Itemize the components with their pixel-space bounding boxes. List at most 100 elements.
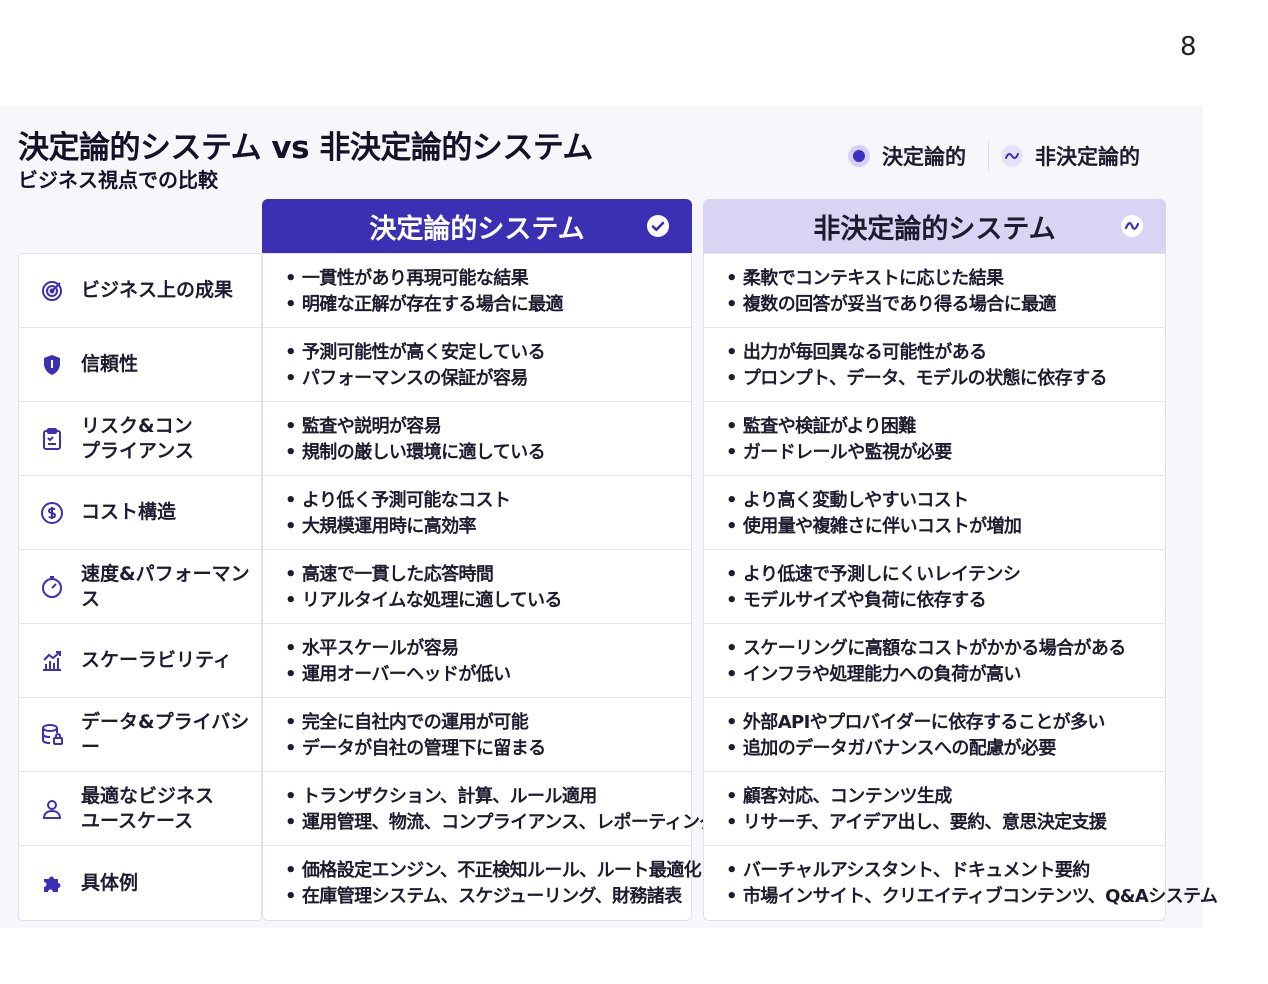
bullet-item: 高速で一貫した応答時間 bbox=[285, 562, 691, 588]
table-cell: 水平スケールが容易運用オーバーヘッドが低い bbox=[263, 624, 691, 698]
bullet-item: より高く変動しやすいコスト bbox=[726, 488, 1165, 514]
bullet-item: モデルサイズや負荷に依存する bbox=[726, 588, 1165, 614]
table-cell: 出力が毎回異なる可能性があるプロンプト、データ、モデルの状態に依存する bbox=[704, 328, 1165, 402]
table-cell: 高速で一貫した応答時間リアルタイムな処理に適している bbox=[263, 550, 691, 624]
nondeterministic-column: 柔軟でコンテキストに応じた結果複数の回答が妥当であり得る場合に最適 出力が毎回異… bbox=[703, 253, 1218, 921]
slide-title: 決定論的システム vs 非決定論的システム bbox=[18, 130, 593, 166]
row-label: スケーラビリティ bbox=[19, 624, 261, 698]
row-label: データ&プライバシー bbox=[19, 698, 261, 772]
bullet-item: 監査や説明が容易 bbox=[285, 414, 691, 440]
bullet-item: 明確な正解が存在する場合に最適 bbox=[285, 292, 691, 318]
row-label-text: データ&プライバシー bbox=[81, 710, 250, 758]
table-cell: より低く予測可能なコスト大規模運用時に高効率 bbox=[263, 476, 691, 550]
bullet-item: 予測可能性が高く安定している bbox=[285, 340, 691, 366]
bullet-item: 外部APIやプロバイダーに依存することが多い bbox=[726, 710, 1165, 736]
row-label-text: 信頼性 bbox=[81, 353, 139, 375]
legend-nondeterministic: 非決定論的 bbox=[1001, 141, 1140, 171]
row-label: コスト構造 bbox=[19, 476, 261, 550]
table-cell: 監査や検証がより困難ガードレールや監視が必要 bbox=[704, 402, 1165, 476]
bullet-item: 完全に自社内での運用が可能 bbox=[285, 710, 691, 736]
bullet-item: インフラや処理能力への負荷が高い bbox=[726, 662, 1165, 688]
row-label: 速度&パフォーマンス bbox=[19, 550, 261, 624]
legend-deterministic-label: 決定論的 bbox=[882, 145, 966, 169]
bullet-item: 出力が毎回異なる可能性がある bbox=[726, 340, 1165, 366]
column-header-deterministic: 決定論的システム bbox=[262, 199, 692, 253]
gauge-icon bbox=[39, 574, 65, 600]
bullet-item: 規制の厳しい環境に適している bbox=[285, 440, 691, 466]
bullet-item: 顧客対応、コンテンツ生成 bbox=[726, 784, 1165, 810]
bullet-item: より低速で予測しにくいレイテンシ bbox=[726, 562, 1165, 588]
puzzle-icon bbox=[39, 870, 65, 896]
tilde-wave-icon bbox=[1001, 145, 1023, 167]
table-cell: 外部APIやプロバイダーに依存することが多い追加のデータガバナンスへの配慮が必要 bbox=[704, 698, 1165, 772]
bullet-item: リアルタイムな処理に適している bbox=[285, 588, 691, 614]
deterministic-column: 一貫性があり再現可能な結果明確な正解が存在する場合に最適 予測可能性が高く安定し… bbox=[262, 253, 718, 921]
column-header-nondeterministic-label: 非決定論的システム bbox=[813, 213, 1056, 245]
bullet-item: データが自社の管理下に留まる bbox=[285, 736, 691, 762]
shield-icon bbox=[39, 352, 65, 378]
bullet-item: プロンプト、データ、モデルの状態に依存する bbox=[726, 366, 1165, 392]
table-cell: 完全に自社内での運用が可能データが自社の管理下に留まる bbox=[263, 698, 691, 772]
bullet-item: 価格設定エンジン、不正検知ルール、ルート最適化 bbox=[285, 858, 702, 884]
bullet-item: 水平スケールが容易 bbox=[285, 636, 691, 662]
table-cell: 一貫性があり再現可能な結果明確な正解が存在する場合に最適 bbox=[263, 254, 691, 328]
table-cell: トランザクション、計算、ルール適用運用管理、物流、コンプライアンス、レポーティン… bbox=[263, 772, 718, 846]
bullet-item: 一貫性があり再現可能な結果 bbox=[285, 266, 691, 292]
page-number: 8 bbox=[1180, 32, 1197, 62]
bullet-item: パフォーマンスの保証が容易 bbox=[285, 366, 691, 392]
row-label-text: ビジネス上の成果 bbox=[81, 279, 234, 301]
user-icon bbox=[39, 796, 65, 822]
bullet-item: 市場インサイト、クリエイティブコンテンツ、Q&Aシステム bbox=[726, 884, 1218, 910]
legend: 決定論的 非決定論的 bbox=[836, 138, 1166, 174]
row-label: ビジネス上の成果 bbox=[19, 254, 261, 328]
table-cell: 監査や説明が容易規制の厳しい環境に適している bbox=[263, 402, 691, 476]
bullet-item: トランザクション、計算、ルール適用 bbox=[285, 784, 691, 810]
table-cell: 予測可能性が高く安定しているパフォーマンスの保証が容易 bbox=[263, 328, 691, 402]
bullet-item: 追加のデータガバナンスへの配慮が必要 bbox=[726, 736, 1165, 762]
row-labels-column: ビジネス上の成果 信頼性 リスク&コン プライアンス コスト構造 速度&パフォー… bbox=[18, 253, 262, 921]
row-label: 具体例 bbox=[19, 846, 261, 920]
table-cell: 柔軟でコンテキストに応じた結果複数の回答が妥当であり得る場合に最適 bbox=[704, 254, 1165, 328]
bullet-item: 複数の回答が妥当であり得る場合に最適 bbox=[726, 292, 1165, 318]
table-cell: 価格設定エンジン、不正検知ルール、ルート最適化在庫管理システム、スケジューリング… bbox=[263, 846, 702, 920]
bullet-item: 大規模運用時に高効率 bbox=[285, 514, 691, 540]
database-lock-icon bbox=[39, 722, 65, 748]
column-header-deterministic-label: 決定論的システム bbox=[369, 213, 585, 245]
bullet-item: 使用量や複雑さに伴いコストが増加 bbox=[726, 514, 1165, 540]
target-icon bbox=[39, 278, 65, 304]
row-label-text: コスト構造 bbox=[81, 501, 177, 523]
bullet-item: 運用管理、物流、コンプライアンス、レポーティング bbox=[285, 810, 718, 836]
row-label-text: 速度&パフォーマンス bbox=[81, 562, 250, 610]
check-circle-icon bbox=[647, 215, 669, 237]
row-label: リスク&コン プライアンス bbox=[19, 402, 261, 476]
growth-chart-icon bbox=[39, 648, 65, 674]
bullet-item: 監査や検証がより困難 bbox=[726, 414, 1165, 440]
slide-subtitle: ビジネス視点での比較 bbox=[18, 168, 218, 192]
clipboard-icon bbox=[39, 426, 65, 452]
row-label: 最適なビジネス ユースケース bbox=[19, 772, 261, 846]
row-label: 信頼性 bbox=[19, 328, 261, 402]
bullet-item: ガードレールや監視が必要 bbox=[726, 440, 1165, 466]
bullet-item: リサーチ、アイデア出し、要約、意思決定支援 bbox=[726, 810, 1165, 836]
table-cell: より低速で予測しにくいレイテンシモデルサイズや負荷に依存する bbox=[704, 550, 1165, 624]
table-cell: より高く変動しやすいコスト使用量や複雑さに伴いコストが増加 bbox=[704, 476, 1165, 550]
row-label-text: 最適なビジネス ユースケース bbox=[81, 784, 215, 832]
bullet-item: スケーリングに高額なコストがかかる場合がある bbox=[726, 636, 1165, 662]
slide: 決定論的システム vs 非決定論的システム ビジネス視点での比較 決定論的 非決… bbox=[0, 106, 1218, 928]
legend-nondeterministic-label: 非決定論的 bbox=[1035, 145, 1140, 169]
bullet-item: 在庫管理システム、スケジューリング、財務諸表 bbox=[285, 884, 691, 910]
bullet-item: バーチャルアシスタント、ドキュメント要約 bbox=[726, 858, 1165, 884]
legend-divider bbox=[988, 141, 989, 171]
dollar-icon bbox=[39, 500, 65, 526]
table-cell: バーチャルアシスタント、ドキュメント要約市場インサイト、クリエイティブコンテンツ… bbox=[704, 846, 1218, 920]
row-label-text: スケーラビリティ bbox=[81, 649, 232, 671]
tilde-wave-icon bbox=[1121, 215, 1143, 237]
bullet-item: 柔軟でコンテキストに応じた結果 bbox=[726, 266, 1165, 292]
filled-dot-icon bbox=[848, 145, 870, 167]
row-label-text: 具体例 bbox=[81, 871, 139, 894]
table-cell: スケーリングに高額なコストがかかる場合があるインフラや処理能力への負荷が高い bbox=[704, 624, 1165, 698]
row-label-text: リスク&コン プライアンス bbox=[81, 414, 194, 462]
table-cell: 顧客対応、コンテンツ生成リサーチ、アイデア出し、要約、意思決定支援 bbox=[704, 772, 1165, 846]
column-header-nondeterministic: 非決定論的システム bbox=[703, 199, 1166, 253]
bullet-item: 運用オーバーヘッドが低い bbox=[285, 662, 691, 688]
